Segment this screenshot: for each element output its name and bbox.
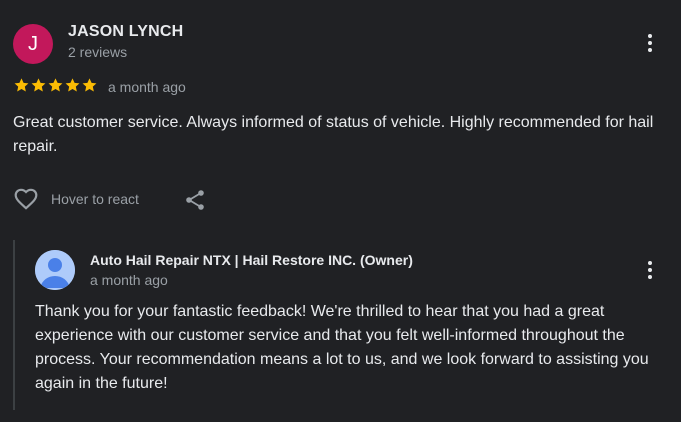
review-timestamp: a month ago	[108, 79, 186, 95]
star-icon	[65, 78, 80, 92]
star-rating	[13, 77, 98, 94]
default-profile-icon	[35, 250, 75, 290]
review-card: J JASON LYNCH 2 reviews a month ago Grea…	[0, 0, 681, 422]
reply-more-options-button[interactable]	[638, 258, 662, 282]
reviewer-avatar[interactable]: J	[13, 24, 53, 64]
star-icon	[82, 78, 97, 92]
review-count: 2 reviews	[68, 44, 128, 60]
review-text: Great customer service. Always informed …	[13, 114, 654, 155]
reply-divider	[13, 240, 15, 410]
owner-reply-text: Thank you for your fantastic feedback! W…	[35, 303, 649, 392]
heart-outline-icon	[14, 188, 38, 210]
owner-avatar[interactable]	[35, 250, 75, 290]
owner-reply-timestamp: a month ago	[90, 272, 168, 288]
share-icon	[186, 190, 204, 210]
more-vert-icon	[648, 261, 652, 279]
review-more-options-button[interactable]	[638, 31, 662, 55]
star-icon	[14, 78, 29, 92]
react-button[interactable]: Hover to react	[13, 186, 139, 212]
star-icon	[48, 78, 63, 92]
more-vert-icon	[648, 34, 652, 52]
reviewer-name[interactable]: JASON LYNCH	[68, 23, 183, 41]
star-icon	[31, 78, 46, 92]
react-label: Hover to react	[51, 191, 139, 207]
owner-name: Auto Hail Repair NTX | Hail Restore INC.…	[90, 252, 413, 268]
share-button[interactable]	[183, 188, 207, 212]
